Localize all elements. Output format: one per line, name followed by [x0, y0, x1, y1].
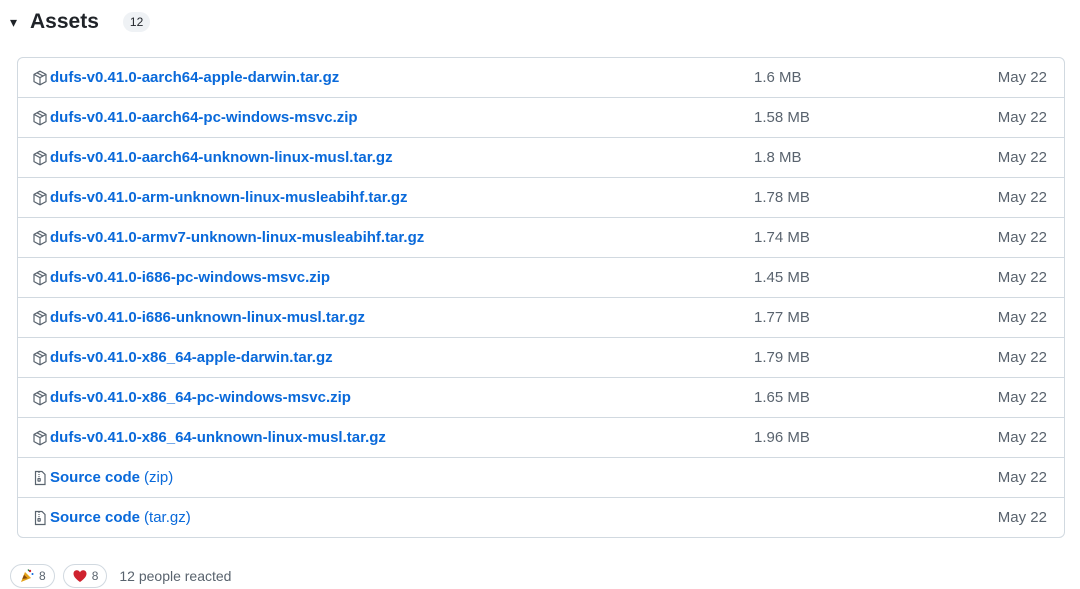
asset-name-cell: dufs-v0.41.0-i686-unknown-linux-musl.tar… [18, 309, 730, 326]
asset-link[interactable]: dufs-v0.41.0-x86_64-pc-windows-msvc.zip [50, 389, 351, 406]
asset-link[interactable]: Source code [50, 509, 140, 526]
reactions-summary: 12 people reacted [119, 568, 232, 584]
package-icon [32, 350, 48, 366]
asset-row: dufs-v0.41.0-arm-unknown-linux-musleabih… [18, 177, 1064, 217]
asset-name-cell: dufs-v0.41.0-x86_64-apple-darwin.tar.gz [18, 349, 730, 366]
asset-link[interactable]: dufs-v0.41.0-aarch64-unknown-linux-musl.… [50, 149, 393, 166]
heart-icon [72, 568, 88, 584]
asset-size: 1.79 MB [754, 349, 810, 366]
asset-format-suffix[interactable]: (tar.gz) [144, 509, 191, 526]
asset-size: 1.74 MB [754, 229, 810, 246]
asset-date: May 22 [997, 309, 1047, 326]
asset-size: 1.78 MB [754, 189, 810, 206]
asset-row: dufs-v0.41.0-x86_64-pc-windows-msvc.zip 1… [18, 377, 1064, 417]
package-icon [32, 190, 48, 206]
asset-date: May 22 [997, 69, 1047, 86]
asset-name-cell: dufs-v0.41.0-armv7-unknown-linux-musleab… [18, 229, 730, 246]
asset-date: May 22 [997, 229, 1047, 246]
reaction-tada-button[interactable]: 8 [10, 564, 55, 588]
asset-size: 1.58 MB [754, 109, 810, 126]
asset-date: May 22 [997, 429, 1047, 446]
file-zip-icon [32, 470, 48, 486]
asset-size: 1.65 MB [754, 389, 810, 406]
asset-row: dufs-v0.41.0-aarch64-pc-windows-msvc.zip… [18, 97, 1064, 137]
asset-row: dufs-v0.41.0-i686-unknown-linux-musl.tar… [18, 297, 1064, 337]
asset-row: dufs-v0.41.0-armv7-unknown-linux-musleab… [18, 217, 1064, 257]
asset-size: 1.8 MB [754, 149, 802, 166]
package-icon [32, 310, 48, 326]
asset-format-suffix[interactable]: (zip) [144, 469, 173, 486]
asset-date: May 22 [997, 389, 1047, 406]
asset-link[interactable]: dufs-v0.41.0-aarch64-pc-windows-msvc.zip [50, 109, 358, 126]
asset-name-cell: dufs-v0.41.0-i686-pc-windows-msvc.zip [18, 269, 730, 286]
assets-list: dufs-v0.41.0-aarch64-apple-darwin.tar.gz… [17, 57, 1065, 538]
assets-title[interactable]: Assets [30, 10, 99, 34]
asset-size: 1.6 MB [754, 69, 802, 86]
reactions-bar: 8 8 12 people reacted [10, 563, 231, 589]
asset-link[interactable]: dufs-v0.41.0-x86_64-apple-darwin.tar.gz [50, 349, 333, 366]
asset-link[interactable]: dufs-v0.41.0-aarch64-apple-darwin.tar.gz [50, 69, 339, 86]
asset-name-cell: dufs-v0.41.0-aarch64-apple-darwin.tar.gz [18, 69, 730, 86]
asset-link[interactable]: Source code [50, 469, 140, 486]
asset-size: 1.45 MB [754, 269, 810, 286]
asset-link[interactable]: dufs-v0.41.0-armv7-unknown-linux-musleab… [50, 229, 424, 246]
reaction-heart-button[interactable]: 8 [62, 564, 108, 588]
package-icon [32, 270, 48, 286]
assets-count-badge: 12 [122, 12, 151, 32]
asset-name-cell: dufs-v0.41.0-aarch64-unknown-linux-musl.… [18, 149, 730, 166]
package-icon [32, 430, 48, 446]
asset-row: dufs-v0.41.0-aarch64-unknown-linux-musl.… [18, 137, 1064, 177]
asset-date: May 22 [997, 149, 1047, 166]
file-zip-icon [32, 510, 48, 526]
asset-row: dufs-v0.41.0-x86_64-apple-darwin.tar.gz 1… [18, 337, 1064, 377]
asset-size: 1.96 MB [754, 429, 810, 446]
asset-name-cell: Source code (tar.gz) [18, 509, 730, 526]
package-icon [32, 110, 48, 126]
asset-link[interactable]: dufs-v0.41.0-arm-unknown-linux-musleabih… [50, 189, 408, 206]
asset-row: dufs-v0.41.0-i686-pc-windows-msvc.zip 1.4… [18, 257, 1064, 297]
asset-name-cell: Source code (zip) [18, 469, 730, 486]
asset-name-cell: dufs-v0.41.0-x86_64-unknown-linux-musl.t… [18, 429, 730, 446]
package-icon [32, 390, 48, 406]
asset-row: Source code (zip) May 22 [18, 457, 1064, 497]
asset-name-cell: dufs-v0.41.0-arm-unknown-linux-musleabih… [18, 189, 730, 206]
asset-row: dufs-v0.41.0-aarch64-apple-darwin.tar.gz… [18, 58, 1064, 97]
asset-link[interactable]: dufs-v0.41.0-i686-unknown-linux-musl.tar… [50, 309, 365, 326]
assets-header[interactable]: ▾ Assets 12 [10, 6, 151, 38]
asset-name-cell: dufs-v0.41.0-x86_64-pc-windows-msvc.zip [18, 389, 730, 406]
asset-date: May 22 [997, 349, 1047, 366]
package-icon [32, 230, 48, 246]
asset-date: May 22 [997, 469, 1047, 486]
asset-row: Source code (tar.gz) May 22 [18, 497, 1064, 537]
asset-date: May 22 [997, 109, 1047, 126]
package-icon [32, 150, 48, 166]
asset-size: 1.77 MB [754, 309, 810, 326]
tada-icon [19, 568, 35, 584]
asset-name-cell: dufs-v0.41.0-aarch64-pc-windows-msvc.zip [18, 109, 730, 126]
asset-date: May 22 [997, 509, 1047, 526]
reaction-count: 8 [91, 569, 99, 583]
asset-date: May 22 [997, 189, 1047, 206]
caret-down-icon[interactable]: ▾ [10, 14, 22, 31]
asset-row: dufs-v0.41.0-x86_64-unknown-linux-musl.t… [18, 417, 1064, 457]
package-icon [32, 70, 48, 86]
asset-link[interactable]: dufs-v0.41.0-i686-pc-windows-msvc.zip [50, 269, 330, 286]
reaction-count: 8 [39, 569, 46, 583]
asset-link[interactable]: dufs-v0.41.0-x86_64-unknown-linux-musl.t… [50, 429, 386, 446]
asset-date: May 22 [997, 269, 1047, 286]
